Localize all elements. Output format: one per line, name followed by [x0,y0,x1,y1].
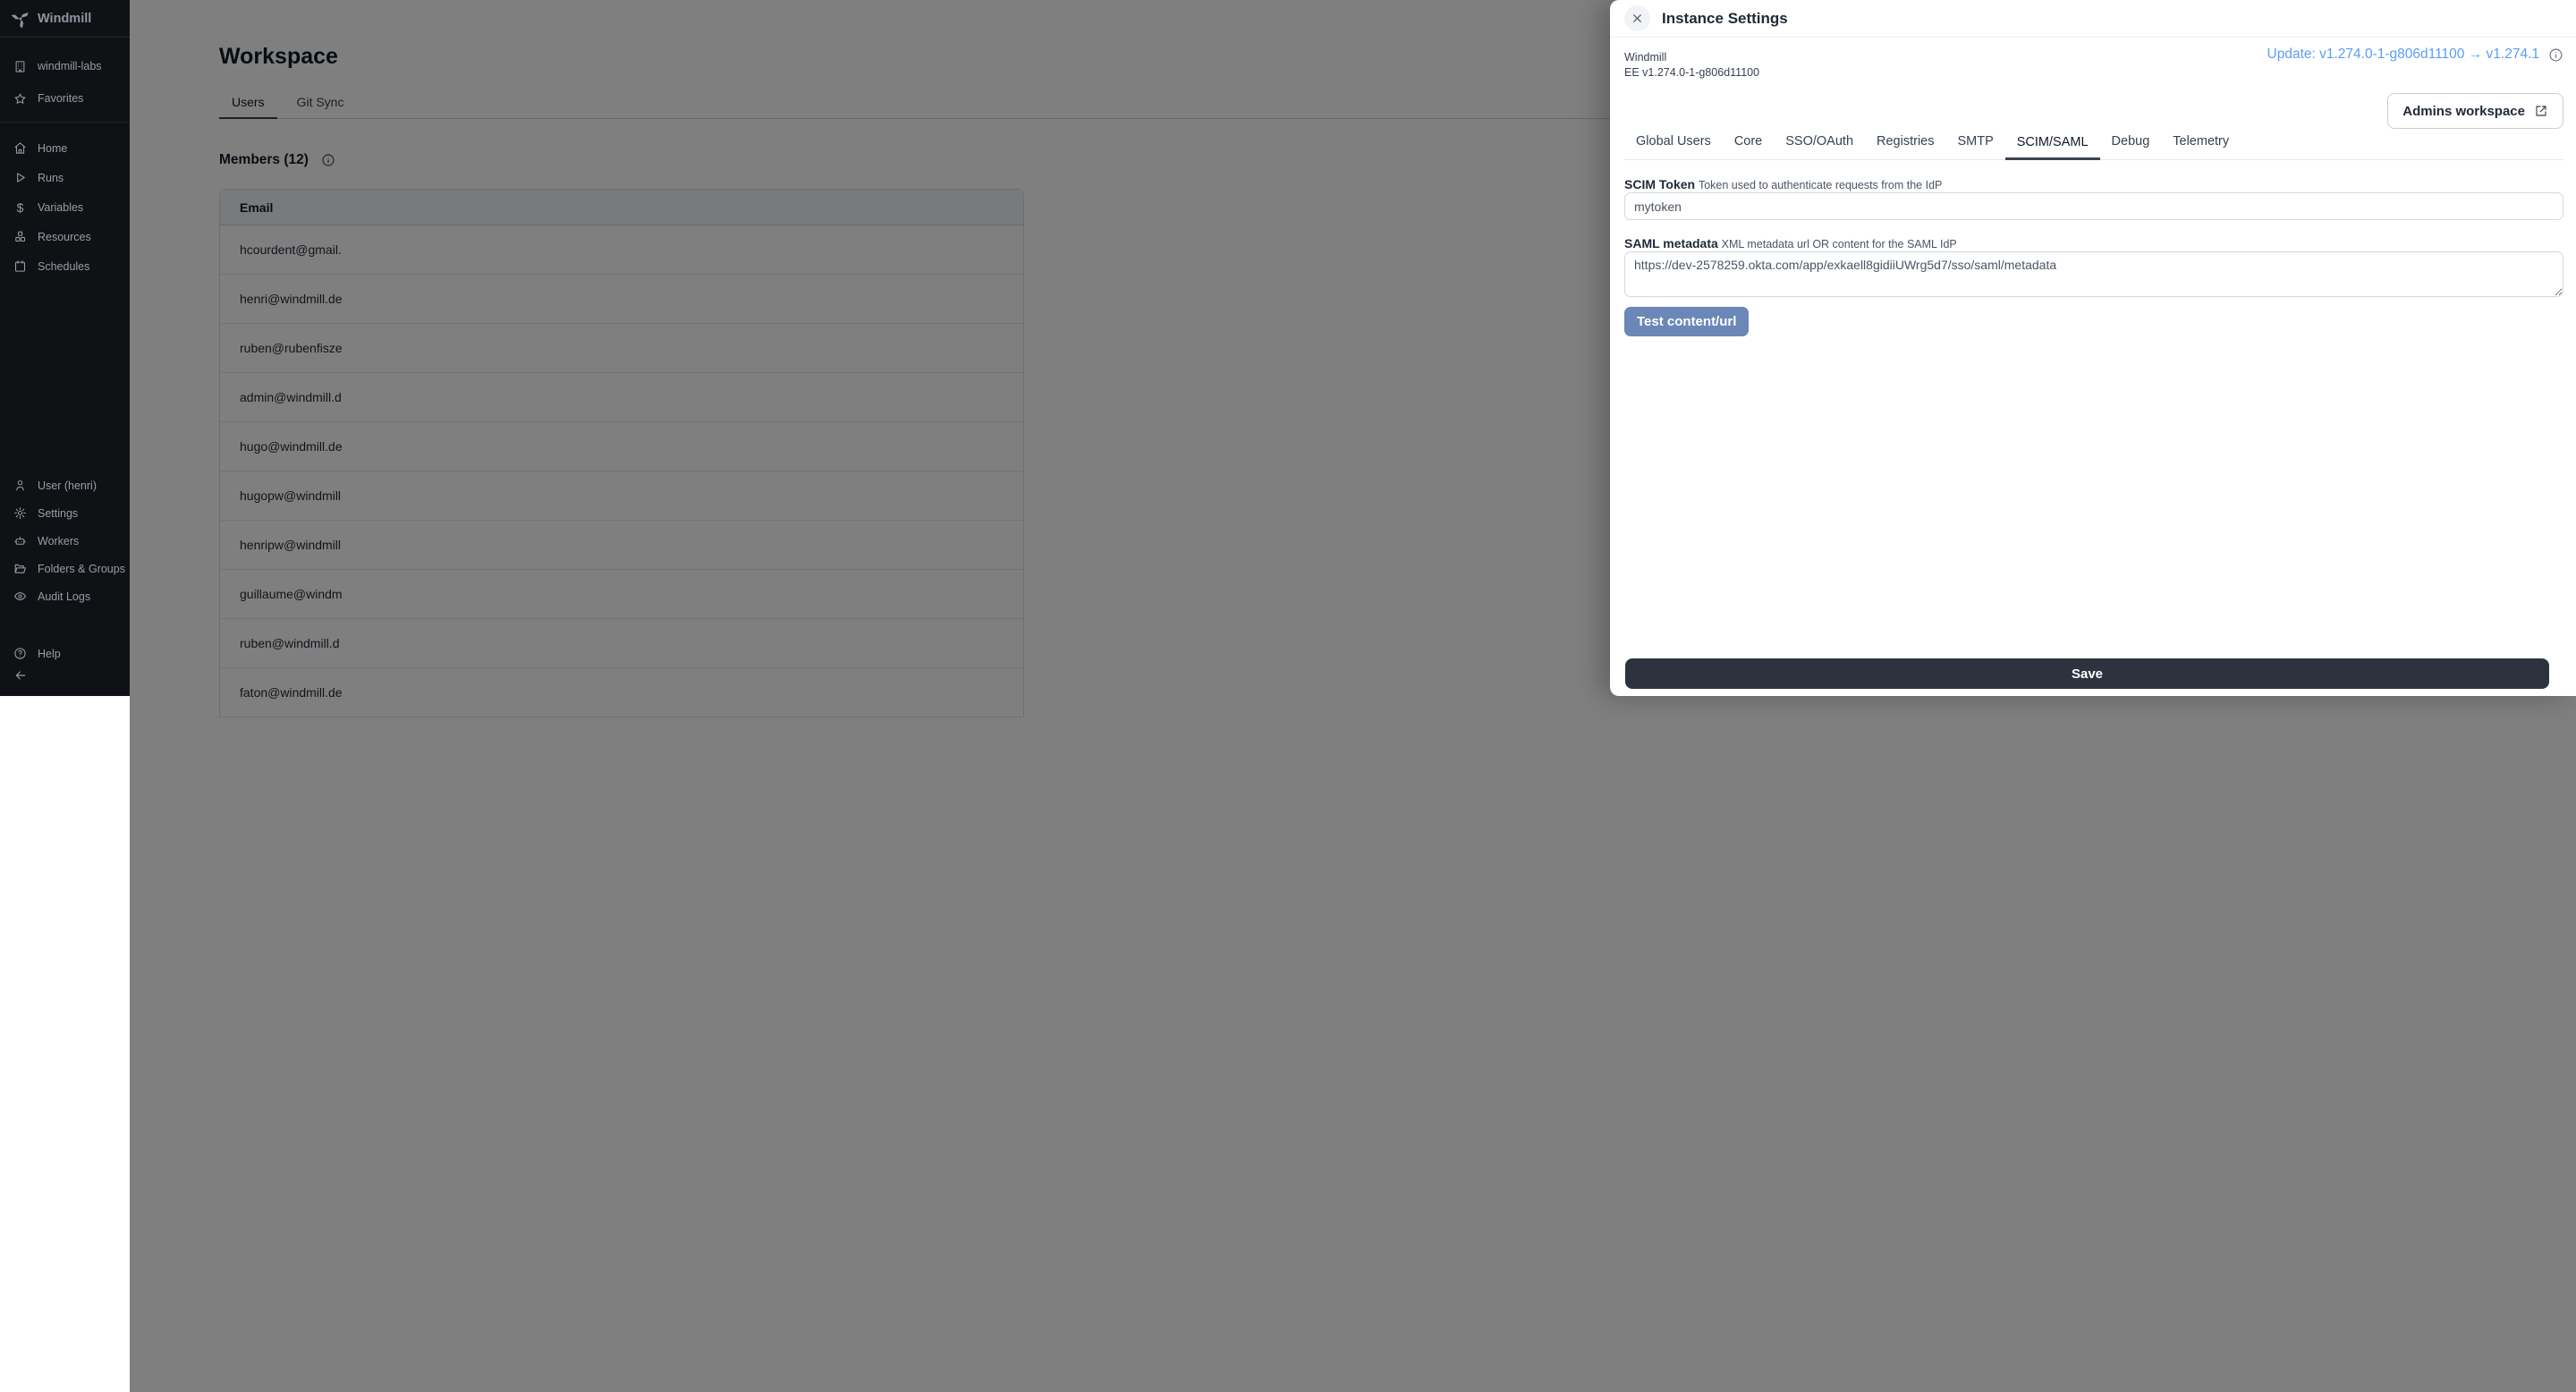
gear-icon [13,506,27,520]
sidebar-item-label: Runs [38,172,64,184]
sidebar-item-label: Favorites [38,92,83,105]
tab-sso-oauth[interactable]: SSO/OAuth [1774,135,1865,159]
saml-metadata-textarea[interactable]: https://dev-2578259.okta.com/app/exkaell… [1624,251,2563,297]
sidebar-item-audit-logs[interactable]: Audit Logs [0,582,130,610]
sidebar-item-workspace[interactable]: windmill-labs [0,50,130,82]
sidebar-item-runs[interactable]: Runs [0,163,130,192]
tab-global-users[interactable]: Global Users [1624,135,1723,159]
close-button[interactable] [1624,5,1650,31]
sidebar-item-variables[interactable]: $ Variables [0,192,130,222]
help-icon [13,647,27,660]
folder-open-icon [13,562,27,575]
windmill-logo-icon [12,10,30,28]
app-name: Windmill [38,12,91,26]
sidebar-item-folders-groups[interactable]: Folders & Groups [0,555,130,582]
drawer-header: Instance Settings [1610,0,2576,38]
version-app-name: Windmill [1624,50,1759,65]
tab-core[interactable]: Core [1723,135,1774,159]
sidebar-item-help[interactable]: Help [0,639,130,668]
sidebar-item-user[interactable]: User (henri) [0,471,130,499]
star-icon [13,92,27,106]
tab-telemetry[interactable]: Telemetry [2161,135,2241,159]
sidebar: Windmill windmill-labs Favorites Home [0,0,130,696]
building-icon [13,60,27,73]
sidebar-item-schedules[interactable]: Schedules [0,251,130,281]
sidebar-item-label: Settings [38,507,78,520]
update-row: Update: v1.274.0-1-g806d11100 → v1.274.1 [2267,47,2563,63]
admins-workspace-button[interactable]: Admins workspace [2387,93,2563,129]
scim-token-label: SCIM Token Token used to authenticate re… [1624,177,1942,191]
tab-smtp[interactable]: SMTP [1945,135,2004,159]
update-link[interactable]: Update: v1.274.0-1-g806d11100 → v1.274.1 [2267,47,2539,63]
sidebar-item-label: Variables [38,201,83,214]
tab-scim-saml[interactable]: SCIM/SAML [2005,136,2100,160]
tab-registries[interactable]: Registries [1865,135,1945,159]
calendar-icon [13,259,27,273]
user-icon [13,479,27,492]
sidebar-item-label: Home [38,142,67,155]
sidebar-item-resources[interactable]: Resources [0,222,130,251]
save-button[interactable]: Save [1625,658,2549,689]
test-content-url-button[interactable]: Test content/url [1624,307,1749,336]
play-icon [13,171,27,184]
saml-metadata-label: SAML metadata XML metadata url OR conten… [1624,236,1957,250]
settings-tabbar: Global Users Core SSO/OAuth Registries S… [1624,135,2563,160]
drawer-title: Instance Settings [1662,10,1788,28]
home-icon [13,141,27,155]
sidebar-item-label: User (henri) [38,480,97,492]
info-icon[interactable] [2548,47,2563,63]
boxes-icon [13,230,27,243]
tab-debug[interactable]: Debug [2100,135,2162,159]
sidebar-item-workers[interactable]: Workers [0,527,130,555]
sidebar-item-label: Audit Logs [38,590,90,603]
version-number: EE v1.274.0-1-g806d11100 [1624,65,1759,81]
sidebar-item-label: Workers [38,535,79,547]
sidebar-item-label: Folders & Groups [38,563,125,575]
eye-icon [13,590,27,603]
sidebar-logo-row[interactable]: Windmill [0,0,130,38]
close-icon [1631,13,1643,24]
external-link-icon [2534,104,2548,118]
instance-settings-drawer: Instance Settings Windmill EE v1.274.0-1… [1610,0,2576,696]
sidebar-divider [0,122,130,123]
scim-token-input[interactable] [1624,192,2563,220]
sidebar-item-home[interactable]: Home [0,133,130,163]
sidebar-item-label: Schedules [38,260,89,273]
version-info: Windmill EE v1.274.0-1-g806d11100 [1624,50,1759,81]
sidebar-item-label: Resources [38,231,91,243]
collapse-sidebar-arrow-icon[interactable] [13,668,28,683]
sidebar-item-label: Help [38,648,61,660]
sidebar-item-label: windmill-labs [38,60,102,72]
robot-icon [13,534,27,547]
sidebar-item-settings[interactable]: Settings [0,499,130,527]
sidebar-item-favorites[interactable]: Favorites [0,82,130,115]
dollar-icon: $ [13,200,27,214]
